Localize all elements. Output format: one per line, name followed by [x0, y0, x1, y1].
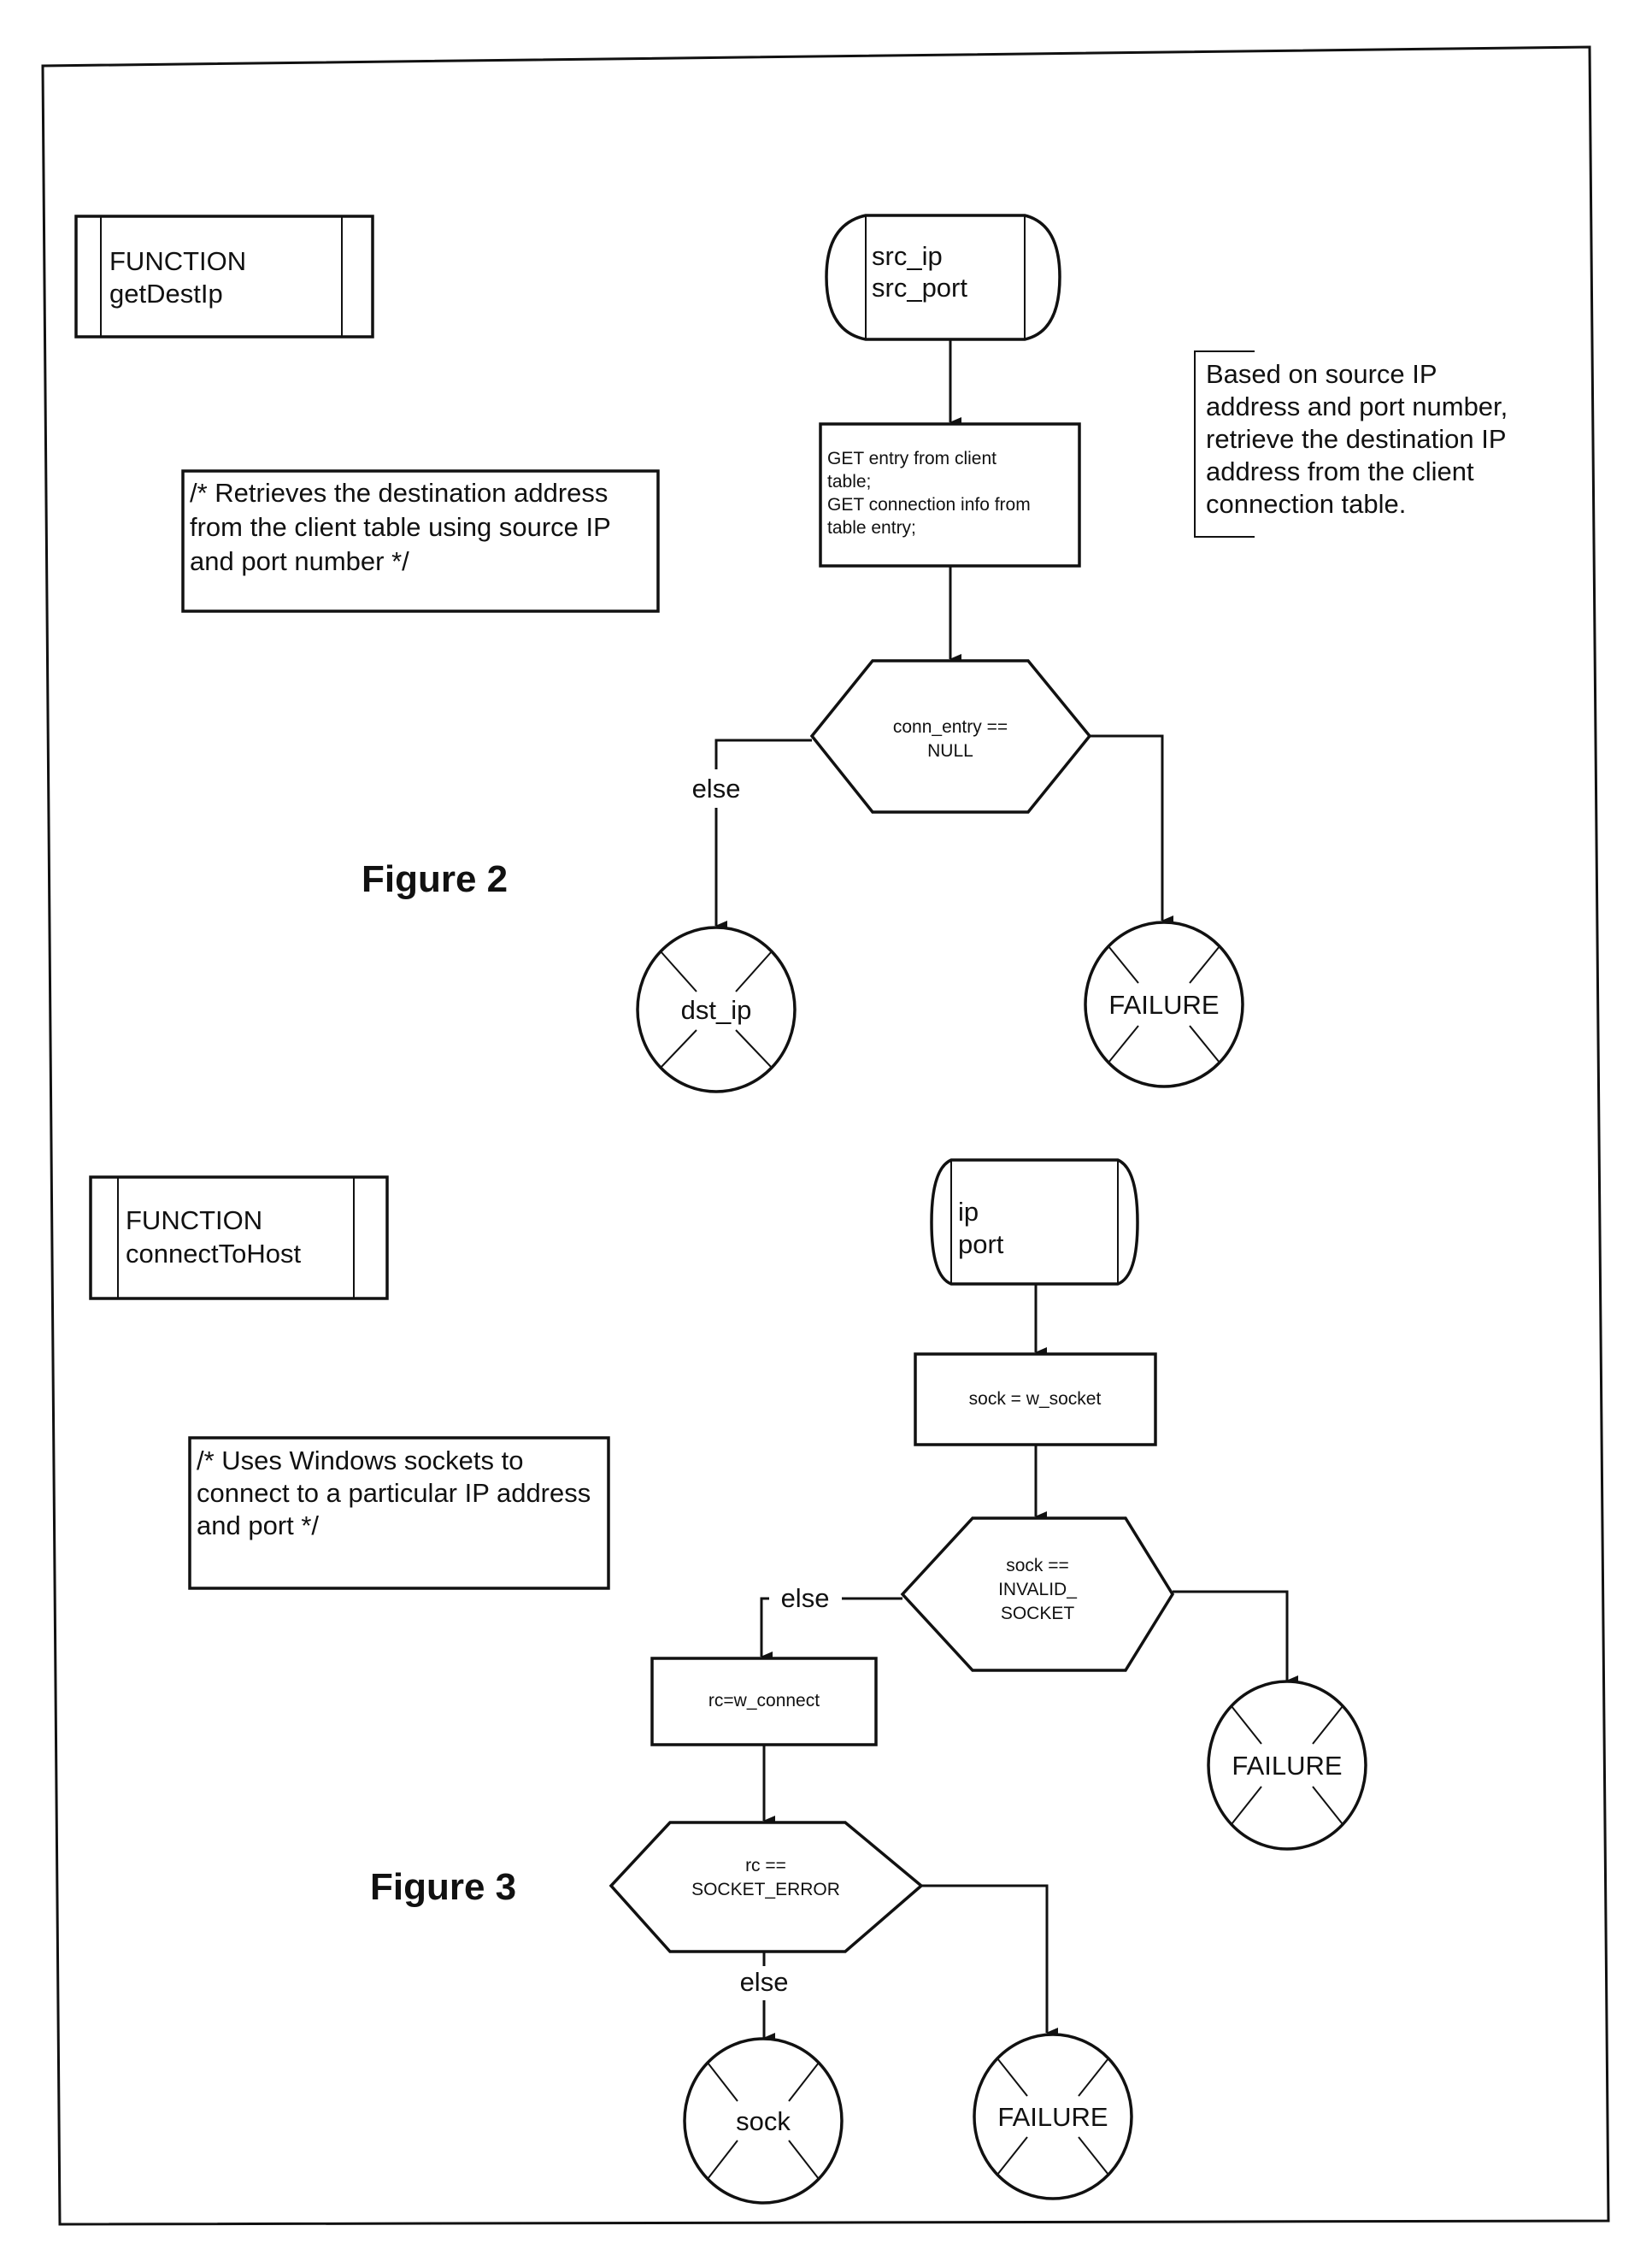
input-terminal-src: src_ip src_port [825, 214, 1061, 341]
process-box-w-connect: rc=w_connect [650, 1657, 878, 1746]
annotation-line: address and port number, [1206, 392, 1508, 421]
process-line: table; [827, 472, 871, 492]
flow-arrow [921, 1884, 1058, 2038]
figure-3: FUNCTION connectToHost /* Uses Windows s… [89, 1158, 1367, 2205]
decision-line: INVALID_ [998, 1580, 1077, 1599]
decision-socket-error: rc == SOCKET_ERROR [608, 1821, 924, 1953]
function-box-connecttohost: FUNCTION connectToHost [89, 1175, 389, 1300]
flow-connector [714, 739, 812, 769]
comment-box: /* Uses Windows sockets to connect to a … [188, 1436, 610, 1590]
input-param: port [958, 1229, 1004, 1259]
process-line: GET connection info from [827, 495, 1031, 515]
return-value: FAILURE [997, 2102, 1108, 2132]
function-name: getDestIp [109, 279, 223, 309]
annotation-line: Based on source IP [1206, 359, 1437, 389]
process-box-get-entry: GET entry from client table; GET connect… [819, 422, 1081, 568]
return-value: FAILURE [1108, 990, 1219, 1020]
function-keyword: FUNCTION [126, 1205, 262, 1235]
process-line: table entry; [827, 518, 916, 538]
decision-line: rc == [745, 1856, 786, 1875]
annotation-line: retrieve the destination IP [1206, 424, 1507, 454]
return-node-sock: sock [683, 2037, 844, 2205]
process-box-w-socket: sock = w_socket [914, 1352, 1157, 1446]
return-node-failure: FAILURE [1207, 1680, 1367, 1851]
flow-arrow [1173, 1590, 1298, 1686]
process-text: sock = w_socket [969, 1389, 1102, 1409]
return-value: sock [736, 2106, 791, 2136]
function-keyword: FUNCTION [109, 246, 246, 276]
patent-flowchart-page: FUNCTION getDestIp /* Retrieves the dest… [41, 45, 1610, 2226]
comment-line: /* Uses Windows sockets to [197, 1446, 523, 1475]
decision-conn-entry-null: conn_entry == NULL [809, 659, 1092, 814]
return-node-failure: FAILURE [973, 2033, 1133, 2200]
flow-arrow [1090, 734, 1173, 926]
comment-line: /* Retrieves the destination address [190, 478, 608, 508]
return-node-failure: FAILURE [1084, 921, 1244, 1088]
function-box-getdestip: FUNCTION getDestIp [74, 215, 374, 339]
return-value: FAILURE [1232, 1751, 1342, 1781]
figure-title: Figure 2 [362, 858, 508, 900]
annotation-line: connection table. [1206, 489, 1406, 519]
input-param: src_ip [872, 241, 943, 271]
decision-invalid-socket: sock == INVALID_ SOCKET [900, 1516, 1175, 1672]
decision-line: NULL [927, 741, 973, 761]
input-param: src_port [872, 273, 967, 303]
decision-line: SOCKET_ERROR [691, 1880, 840, 1899]
comment-line: and port number */ [190, 546, 409, 576]
comment-line: and port */ [197, 1510, 319, 1540]
comment-line: connect to a particular IP address [197, 1478, 591, 1508]
decision-line: SOCKET [1001, 1604, 1075, 1623]
input-terminal-ip-port: ip port [930, 1158, 1139, 1286]
figure-2: FUNCTION getDestIp /* Retrieves the dest… [74, 214, 1508, 1093]
return-value: dst_ip [681, 995, 752, 1025]
else-label: else [692, 774, 741, 804]
else-label: else [740, 1967, 789, 1997]
process-line: GET entry from client [827, 449, 996, 468]
process-text: rc=w_connect [708, 1691, 820, 1710]
function-name: connectToHost [126, 1239, 301, 1269]
figure-title: Figure 3 [370, 1866, 516, 1908]
else-label: else [781, 1583, 830, 1613]
comment-line: from the client table using source IP [190, 512, 611, 542]
flow-arrow [760, 1597, 773, 1662]
input-param: ip [958, 1197, 979, 1227]
return-node-dst-ip: dst_ip [636, 926, 797, 1093]
annotation-note: Based on source IP address and port numb… [1194, 350, 1508, 538]
comment-box: /* Retrieves the destination address fro… [181, 469, 660, 613]
decision-line: conn_entry == [893, 717, 1008, 737]
decision-line: sock == [1006, 1556, 1069, 1575]
annotation-line: address from the client [1206, 456, 1474, 486]
